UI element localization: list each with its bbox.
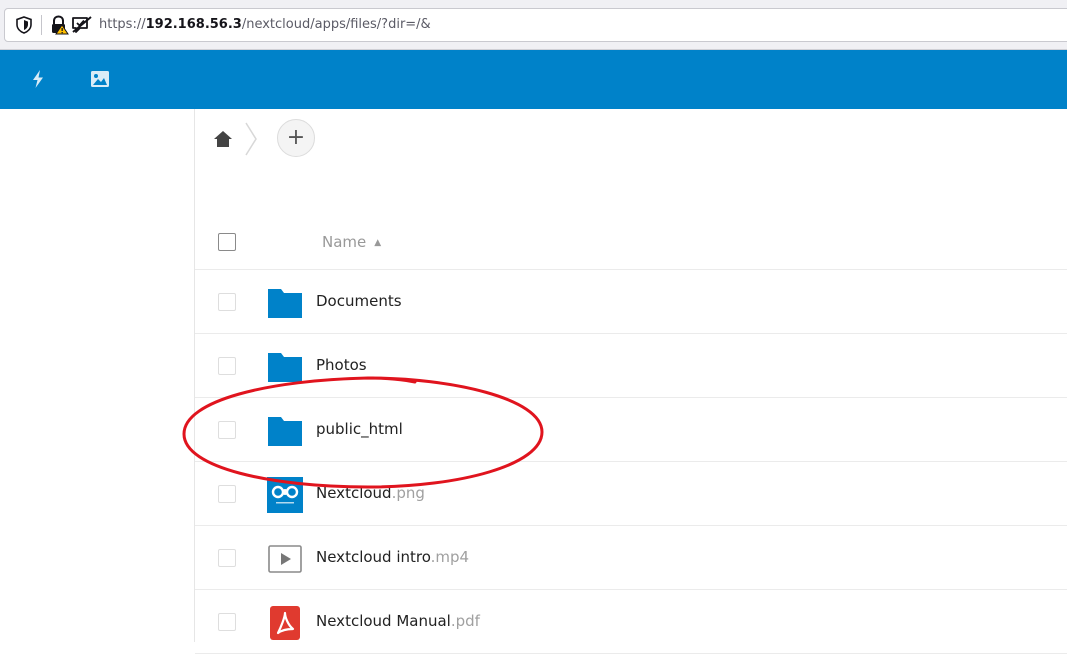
table-row[interactable]: Nextcloud Manual.pdf xyxy=(195,590,1067,654)
address-bar-separator xyxy=(41,15,42,35)
table-row[interactable]: Nextcloud.png xyxy=(195,462,1067,526)
row-checkbox[interactable] xyxy=(218,357,236,375)
select-all-checkbox[interactable] xyxy=(218,233,236,251)
file-list-header: Name ▲ xyxy=(195,213,1067,270)
sort-ascending-icon: ▲ xyxy=(374,238,382,248)
address-bar[interactable]: https://192.168.56.3/nextcloud/apps/file… xyxy=(4,8,1067,42)
permissions-icon[interactable] xyxy=(71,15,93,35)
file-name[interactable]: Nextcloud intro.mp4 xyxy=(316,548,469,566)
app-header xyxy=(0,50,1067,109)
row-checkbox[interactable] xyxy=(218,421,236,439)
file-name[interactable]: public_html xyxy=(316,420,403,438)
image-thumbnail-icon xyxy=(267,477,303,513)
row-checkbox[interactable] xyxy=(218,293,236,311)
row-checkbox[interactable] xyxy=(218,549,236,567)
row-checkbox[interactable] xyxy=(218,485,236,503)
folder-icon xyxy=(268,353,302,382)
folder-icon xyxy=(268,417,302,446)
table-row[interactable]: Nextcloud intro.mp4 xyxy=(195,526,1067,590)
file-name[interactable]: Nextcloud Manual.pdf xyxy=(316,612,480,630)
file-name[interactable]: Nextcloud.png xyxy=(316,484,425,502)
table-row[interactable]: Documents xyxy=(195,270,1067,334)
video-icon xyxy=(268,545,302,573)
file-name[interactable]: Documents xyxy=(316,292,402,310)
sort-by-name[interactable]: Name ▲ xyxy=(322,233,381,251)
shield-icon[interactable] xyxy=(15,16,33,34)
lock-warning-icon[interactable] xyxy=(49,15,69,35)
new-file-button[interactable]: + xyxy=(277,119,315,157)
url-text[interactable]: https://192.168.56.3/nextcloud/apps/file… xyxy=(99,17,431,32)
table-row[interactable]: public_html xyxy=(195,398,1067,462)
row-checkbox[interactable] xyxy=(218,613,236,631)
gallery-icon[interactable] xyxy=(89,68,111,90)
files-content: + Name ▲ Documents Photos public_html Ne… xyxy=(194,109,1067,654)
home-icon[interactable] xyxy=(213,129,233,149)
browser-toolbar: https://192.168.56.3/nextcloud/apps/file… xyxy=(0,0,1067,50)
activity-icon[interactable] xyxy=(27,68,49,90)
file-name[interactable]: Photos xyxy=(316,356,367,374)
folder-icon xyxy=(268,289,302,318)
table-row[interactable]: Photos xyxy=(195,334,1067,398)
pdf-icon xyxy=(270,606,300,640)
breadcrumb-separator xyxy=(245,122,257,156)
